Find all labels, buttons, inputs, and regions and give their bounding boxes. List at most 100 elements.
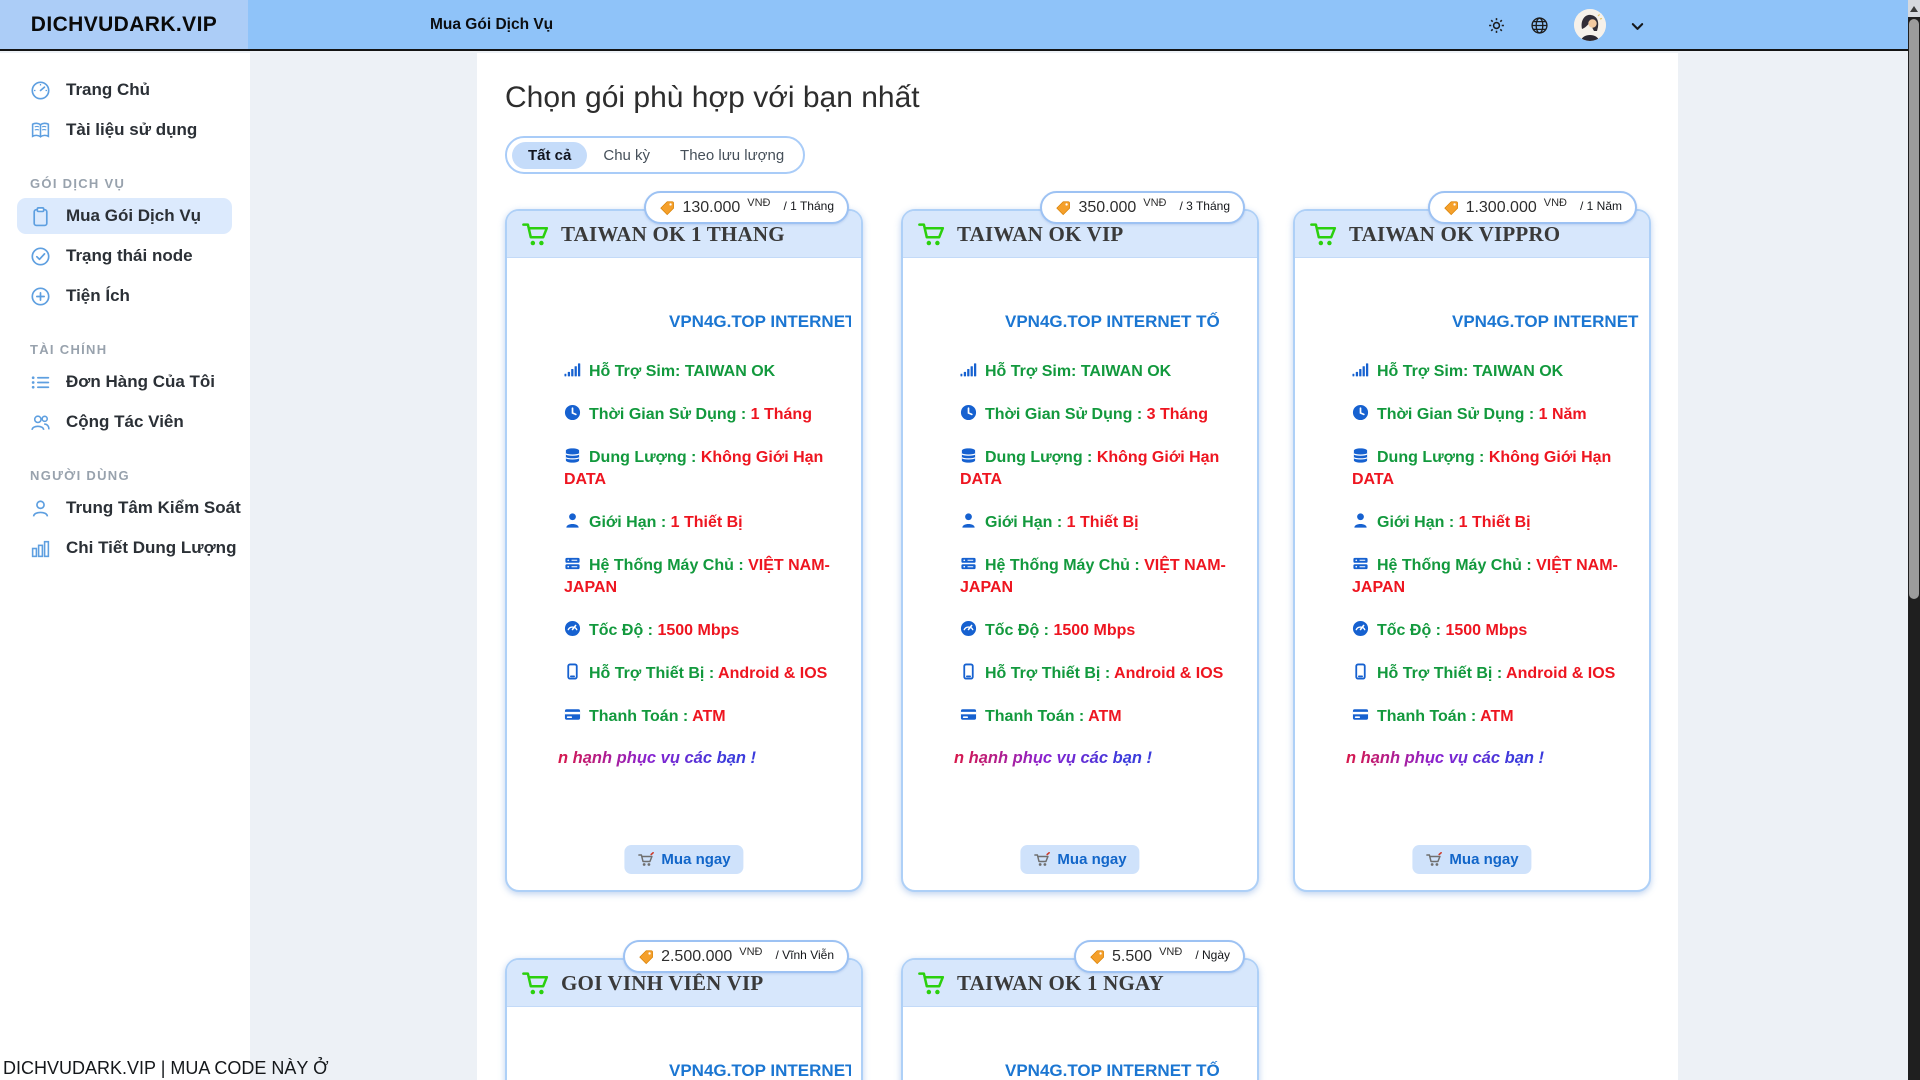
card-feature-row: Hỗ Trợ Sim: TAIWAN OK	[960, 361, 1247, 383]
chart-icon	[30, 538, 51, 559]
feature-value: TAIWAN OK	[1473, 363, 1563, 380]
payment-icon	[960, 708, 985, 725]
card-body: VPN4G.TOP INTERNET THỗ Trợ Sim: TAIWAN O…	[1295, 258, 1649, 818]
book-icon	[30, 120, 51, 141]
card-footer-marquee: n hạnh phục vụ các bạn !	[558, 749, 756, 768]
clock-icon	[564, 406, 589, 423]
card-marquee-text: VPN4G.TOP INTERNET T	[564, 311, 851, 333]
tab-chu-kỳ[interactable]: Chu kỳ	[589, 142, 664, 169]
sidebar-item-chi-tiết-dung-lượng[interactable]: Chi Tiết Dung Lượng	[0, 528, 250, 568]
sidebar-item-tài-liệu-sử-dụng[interactable]: Tài liệu sử dụng	[0, 110, 250, 150]
plus-circle-icon	[30, 286, 51, 307]
tab-theo-lưu-lượng[interactable]: Theo lưu lượng	[666, 142, 798, 169]
card-title: TAIWAN OK 1 THANG	[561, 222, 785, 247]
feature-label: Hỗ Trợ Thiết Bị :	[1377, 665, 1502, 682]
feature-label: Tốc Độ :	[985, 622, 1049, 639]
speed-icon	[960, 622, 985, 639]
feature-label: Hỗ Trợ Sim:	[589, 363, 680, 380]
tag-icon	[1443, 200, 1459, 216]
cart-icon	[917, 970, 947, 997]
plan-card: 2.500.000VNĐ/ Vĩnh ViễnGOI VINH VIỄN VIP…	[505, 958, 863, 1080]
user-avatar[interactable]	[1574, 9, 1606, 41]
clipboard-icon	[30, 206, 51, 227]
clock-icon	[960, 406, 985, 423]
card-feature-row: Thanh Toán : ATM	[564, 706, 851, 728]
cart-icon	[521, 970, 551, 997]
payment-icon	[564, 708, 589, 725]
tab-tất-cả[interactable]: Tất cả	[512, 142, 587, 169]
feature-value: 3 Tháng	[1147, 406, 1208, 423]
sidebar-item-trang-chủ[interactable]: Trang Chủ	[0, 70, 250, 110]
sidebar-item-tiện-ích[interactable]: Tiện Ích	[0, 276, 250, 316]
signal-icon	[1352, 363, 1377, 380]
scroll-up-button[interactable]	[1908, 0, 1920, 17]
scrollbar-thumb[interactable]	[1909, 19, 1919, 599]
sidebar-section-header: NGƯỜI DÙNG	[0, 462, 250, 488]
feature-value: 1500 Mbps	[1445, 622, 1527, 639]
card-title: GOI VINH VIỄN VIP	[561, 971, 763, 996]
sidebar-item-label: Tài liệu sử dụng	[66, 120, 197, 140]
card-feature-row: Hệ Thống Máy Chủ : VIỆT NAM- JAPAN	[564, 555, 851, 599]
card-feature-row: Giới Hạn : 1 Thiết Bị	[1352, 512, 1639, 534]
card-footer-marquee: n hạnh phục vụ các bạn !	[1346, 749, 1544, 768]
feature-label: Dung Lượng :	[1377, 449, 1484, 466]
feature-value: TAIWAN OK	[1081, 363, 1171, 380]
page-title: Chọn gói phù hợp với bạn nhất	[505, 81, 920, 115]
cart-small-icon	[1033, 852, 1050, 867]
card-body: VPN4G.TOP INTERNET TỐ Hỗ Trợ Sim: TAIWAN …	[903, 258, 1257, 818]
settings-gear-icon[interactable]	[1487, 16, 1506, 35]
sidebar-nav: Trang ChủTài liệu sử dụngGÓI DỊCH VỤMua …	[0, 53, 250, 568]
price-badge: 5.500VNĐ/ Ngày	[1074, 940, 1245, 973]
payment-icon	[1352, 708, 1377, 725]
price-period: / 3 Tháng	[1180, 199, 1230, 213]
price-value: 2.500.000	[661, 948, 732, 966]
card-body: VPN4G.TOP INTERNET T	[507, 1007, 861, 1080]
buy-now-label: Mua ngay	[1057, 851, 1126, 868]
page-scrollbar[interactable]	[1908, 0, 1920, 1080]
sidebar-item-trung-tâm-kiểm-soát[interactable]: Trung Tâm Kiểm Soát	[0, 488, 250, 528]
brand-logo[interactable]: DICHVUDARK.VIP	[0, 0, 248, 51]
feature-label: Thời Gian Sử Dụng :	[985, 406, 1142, 423]
buy-now-button[interactable]: Mua ngay	[624, 845, 743, 874]
feature-label: Giới Hạn :	[1377, 514, 1454, 531]
sidebar-item-trạng-thái-node[interactable]: Trạng thái node	[0, 236, 250, 276]
plan-card: 1.300.000VNĐ/ 1 NămTAIWAN OK VIPPROVPN4G…	[1293, 209, 1651, 892]
price-currency: VNĐ	[739, 946, 762, 958]
sidebar-item-đơn-hàng-của-tôi[interactable]: Đơn Hàng Của Tôi	[0, 362, 250, 402]
sidebar-item-cộng-tác-viên[interactable]: Cộng Tác Viên	[0, 402, 250, 442]
card-marquee-text: VPN4G.TOP INTERNET TỐ	[960, 311, 1247, 333]
price-badge: 130.000VNĐ/ 1 Tháng	[644, 191, 849, 224]
feature-value: ATM	[1088, 708, 1121, 725]
feature-value: 1 Thiết Bị	[1459, 514, 1531, 531]
feature-value: Android & IOS	[1114, 665, 1223, 682]
language-globe-icon[interactable]	[1530, 16, 1549, 35]
cart-small-icon	[1425, 852, 1442, 867]
card-marquee-text: VPN4G.TOP INTERNET T	[1352, 311, 1639, 333]
buy-now-button[interactable]: Mua ngay	[1412, 845, 1531, 874]
person-icon	[1352, 514, 1377, 531]
buy-now-button[interactable]: Mua ngay	[1020, 845, 1139, 874]
filter-tabs: Tất cảChu kỳTheo lưu lượng	[505, 136, 805, 174]
card-feature-row: Hỗ Trợ Thiết Bị : Android & IOS	[1352, 663, 1639, 685]
plan-card: 130.000VNĐ/ 1 ThángTAIWAN OK 1 THANGVPN4…	[505, 209, 863, 892]
card-body: VPN4G.TOP INTERNET TỐ	[903, 1007, 1257, 1080]
feature-value: 1500 Mbps	[1053, 622, 1135, 639]
feature-label: Giới Hạn :	[589, 514, 666, 531]
card-feature-row: Hỗ Trợ Sim: TAIWAN OK	[564, 361, 851, 383]
scroll-up-arrow-icon	[1910, 6, 1918, 12]
chevron-down-icon[interactable]	[1630, 19, 1645, 34]
avatar-image	[1574, 9, 1606, 41]
card-feature-row: Thời Gian Sử Dụng : 1 Tháng	[564, 404, 851, 426]
person-icon	[564, 514, 589, 531]
feature-label: Thời Gian Sử Dụng :	[1377, 406, 1534, 423]
price-period: / 1 Năm	[1580, 199, 1622, 213]
card-feature-row: Thời Gian Sử Dụng : 3 Tháng	[960, 404, 1247, 426]
card-feature-row: Dung Lượng : Không Giới Hạn DATA	[1352, 447, 1639, 491]
signal-icon	[960, 363, 985, 380]
card-feature-row: Dung Lượng : Không Giới Hạn DATA	[564, 447, 851, 491]
feature-value: 1 Tháng	[751, 406, 812, 423]
feature-label: Hệ Thống Máy Chủ :	[985, 557, 1140, 574]
tag-icon	[1089, 949, 1105, 965]
sidebar-item-mua-gói-dịch-vụ[interactable]: Mua Gói Dịch Vụ	[17, 198, 232, 234]
feature-label: Giới Hạn :	[985, 514, 1062, 531]
